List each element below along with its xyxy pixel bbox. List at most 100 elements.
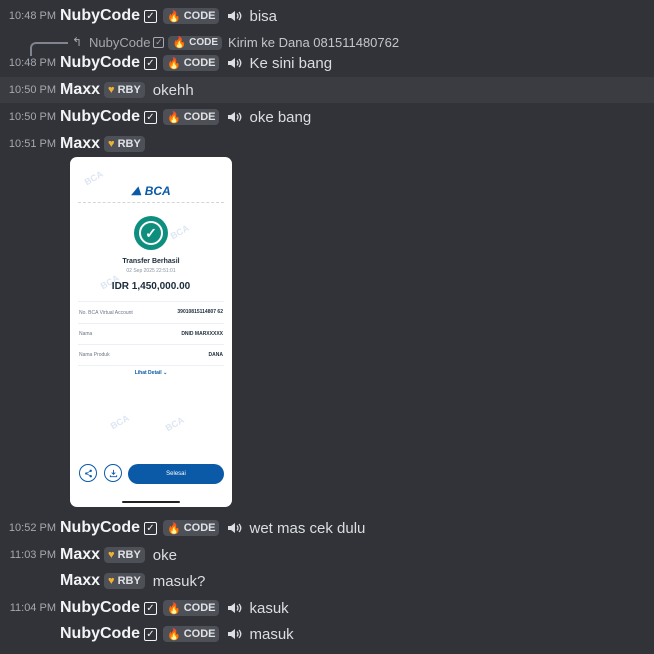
fire-icon: 🔥 [167, 111, 181, 124]
timestamp: 10:50 PM [8, 111, 56, 123]
message-row[interactable]: 10:50 PM Maxx ♥ RBY okehh [0, 77, 654, 103]
checkbox-icon: ✓ [153, 37, 165, 48]
fire-icon: 🔥 [167, 628, 181, 641]
server-tag[interactable]: ♥ RBY [104, 573, 145, 589]
reply-text: Kirim ke Dana 081511480762 [228, 35, 400, 50]
author-name[interactable]: NubyCode [60, 625, 140, 643]
tag-label: CODE [183, 111, 216, 123]
speaker-icon [227, 601, 243, 615]
author-name[interactable]: Maxx [60, 81, 100, 99]
message-text: bisa [249, 7, 278, 25]
checkbox-icon: ✓ [144, 521, 157, 535]
tag-label: CODE [183, 628, 216, 640]
message-row[interactable]: 10:50 PM NubyCode ✓ 🔥 CODE oke bang [0, 104, 654, 130]
share-button[interactable] [79, 464, 97, 482]
divider [78, 344, 224, 345]
message-row[interactable]: 10:48 PM NubyCode ✓ 🔥 CODE bisa [0, 3, 654, 29]
message-text: wet mas cek dulu [249, 519, 366, 537]
message-text: masuk [249, 625, 294, 643]
download-button[interactable] [104, 464, 122, 482]
author-name[interactable]: Maxx [60, 546, 100, 564]
divider [78, 365, 224, 366]
fire-icon: 🔥 [167, 602, 181, 615]
message-row[interactable]: 10:51 PM Maxx ♥ RBY [0, 131, 654, 157]
home-indicator [122, 501, 180, 503]
message-row[interactable]: 11:03 PM Maxx ♥ RBY oke [0, 542, 654, 568]
bca-logo: ⛰ BCA [70, 184, 232, 199]
tag-label: RBY [117, 84, 141, 96]
message-text: kasuk [249, 599, 289, 617]
image-attachment[interactable]: BCA BCA BCA BCA BCA ⛰ BCA ✓ Transfer Ber… [70, 157, 232, 507]
timestamp: 10:48 PM [8, 57, 56, 69]
server-tag[interactable]: ♥ RBY [104, 82, 145, 98]
reply-arrow-icon: ↰ [72, 35, 83, 49]
fire-icon: 🔥 [167, 522, 181, 535]
server-tag[interactable]: ♥ RBY [104, 136, 145, 152]
author-name[interactable]: Maxx [60, 135, 100, 153]
tag-label: CODE [183, 602, 216, 614]
author-name[interactable]: NubyCode [60, 519, 140, 537]
receipt-title: Transfer Berhasil [122, 258, 180, 265]
server-tag[interactable]: 🔥 CODE [163, 8, 220, 24]
timestamp: 11:04 PM [9, 602, 56, 614]
message-text: Ke sini bang [249, 54, 333, 72]
message-row[interactable]: 10:48 PM NubyCode ✓ 🔥 CODE Ke sini bang [0, 50, 654, 76]
heart-icon: ♥ [108, 84, 115, 96]
server-tag[interactable]: 🔥 CODE [163, 520, 220, 536]
server-tag[interactable]: 🔥 CODE [163, 600, 220, 616]
timestamp: 10:51 PM [8, 138, 56, 150]
divider [78, 202, 224, 203]
detail-link[interactable]: Lihat Detail ⌄ [70, 370, 232, 376]
fire-icon: 🔥 [167, 57, 181, 70]
message-text: oke [152, 546, 177, 564]
server-tag: 🔥 CODE [168, 35, 223, 50]
tag-label: CODE [183, 10, 216, 22]
tag-label: RBY [117, 549, 141, 561]
reply-author[interactable]: NubyCode [89, 35, 150, 50]
author-name[interactable]: NubyCode [60, 7, 140, 25]
server-tag[interactable]: 🔥 CODE [163, 626, 220, 642]
watermark: BCA [168, 222, 191, 242]
message-row[interactable]: Maxx ♥ RBY masuk? [0, 568, 654, 594]
watermark: BCA [163, 414, 186, 434]
author-name[interactable]: Maxx [60, 572, 100, 590]
checkbox-icon: ✓ [144, 9, 157, 23]
timestamp: 10:52 PM [8, 522, 56, 534]
speaker-icon [227, 627, 243, 641]
checkbox-icon: ✓ [144, 110, 157, 124]
message-row[interactable]: 10:52 PM NubyCode ✓ 🔥 CODE wet mas cek du… [0, 515, 654, 541]
row-label: Nama Produk [79, 352, 110, 358]
fire-icon: 🔥 [172, 37, 187, 49]
brand-name: BCA [144, 184, 171, 198]
share-icon [84, 469, 92, 477]
message-row[interactable]: NubyCode ✓ 🔥 CODE masuk [0, 621, 654, 647]
checkbox-icon: ✓ [144, 56, 157, 70]
speaker-icon [227, 56, 243, 70]
author-name[interactable]: NubyCode [60, 599, 140, 617]
fire-icon: 🔥 [167, 10, 181, 23]
receipt-datetime: 02 Sep 2025 22:51:01 [126, 268, 176, 274]
server-tag[interactable]: 🔥 CODE [163, 109, 220, 125]
author-name[interactable]: NubyCode [60, 108, 140, 126]
selesai-button[interactable]: Selesai [128, 464, 224, 484]
heart-icon: ♥ [108, 138, 115, 150]
timestamp: 10:48 PM [8, 10, 56, 22]
divider [78, 301, 224, 302]
checkbox-icon: ✓ [144, 601, 157, 615]
author-name[interactable]: NubyCode [60, 54, 140, 72]
server-tag[interactable]: 🔥 CODE [163, 55, 220, 71]
server-tag[interactable]: ♥ RBY [104, 547, 145, 563]
tag-label: CODE [189, 37, 219, 48]
tag-label: RBY [117, 138, 141, 150]
timestamp: 11:03 PM [9, 549, 56, 561]
speaker-icon [227, 110, 243, 124]
bank-icon: ⛰ [131, 184, 145, 198]
receipt-amount: IDR 1,450,000.00 [111, 281, 191, 292]
row-value: 39010815114807 62 [177, 309, 223, 315]
timestamp: 10:50 PM [8, 84, 56, 96]
row-value: DNID MARXXXXX [181, 331, 223, 337]
message-text: masuk? [152, 572, 206, 590]
message-row[interactable]: 11:04 PM NubyCode ✓ 🔥 CODE kasuk [0, 595, 654, 621]
message-text: okehh [152, 81, 194, 99]
success-check-icon: ✓ [134, 216, 168, 250]
